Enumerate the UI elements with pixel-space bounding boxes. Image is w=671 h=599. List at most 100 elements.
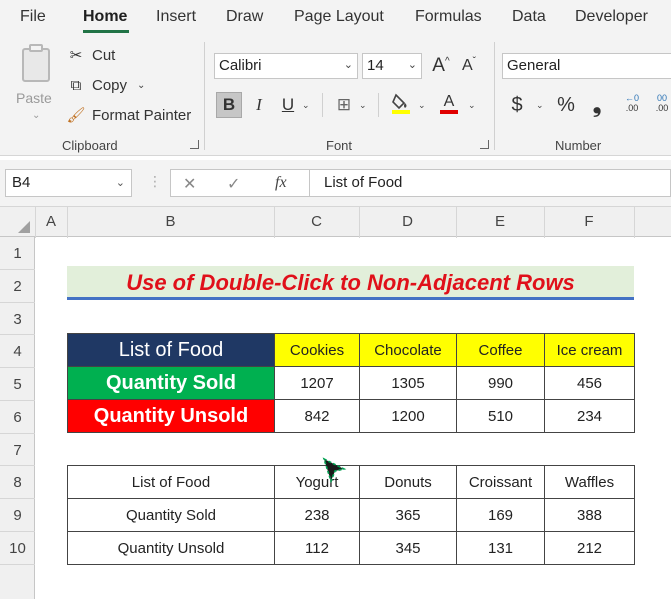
group-divider	[204, 42, 205, 150]
row-header-4[interactable]: 4	[0, 343, 35, 360]
header-cell[interactable]: Coffee	[456, 333, 545, 367]
clipboard-clip-icon	[29, 44, 43, 52]
enter-check-icon[interactable]: ✓	[227, 174, 240, 194]
formula-buttons: ✕ ✓ fx	[170, 169, 310, 197]
data-cell[interactable]: 842	[274, 399, 360, 433]
decrease-decimal-icon: 00	[656, 93, 667, 103]
insert-function-icon[interactable]: fx	[275, 174, 287, 192]
toolbar-separator	[322, 93, 323, 117]
data-cell[interactable]: 112	[274, 531, 360, 565]
data-cell[interactable]: 169	[456, 498, 545, 532]
column-header-f[interactable]: F	[544, 213, 634, 230]
row-header-6[interactable]: 6	[0, 409, 35, 426]
tab-file[interactable]: File	[20, 8, 46, 26]
data-cell[interactable]: 388	[544, 498, 635, 532]
data-cell[interactable]: 212	[544, 531, 635, 565]
underline-dropdown-icon[interactable]: ⌄	[302, 100, 310, 111]
data-cell[interactable]: 510	[456, 399, 545, 433]
name-box[interactable]: B4 ⌄	[5, 169, 132, 197]
data-cell[interactable]: 238	[274, 498, 360, 532]
decrease-decimal-button[interactable]: 00 .00	[648, 90, 671, 116]
currency-dropdown-icon[interactable]: ⌄	[536, 100, 544, 111]
font-launcher-icon[interactable]	[480, 140, 489, 149]
data-cell[interactable]: 1207	[274, 366, 360, 400]
tab-formulas[interactable]: Formulas	[415, 8, 482, 26]
data-cell[interactable]: 990	[456, 366, 545, 400]
shrink-font-button[interactable]: Aˇ	[456, 53, 482, 79]
tab-data[interactable]: Data	[512, 8, 546, 26]
data-cell[interactable]: 345	[359, 531, 457, 565]
tab-page-layout[interactable]: Page Layout	[294, 8, 384, 26]
row-header-10[interactable]: 10	[0, 540, 35, 557]
tab-developer[interactable]: Developer	[575, 8, 648, 26]
font-family-select[interactable]: Calibri ⌄	[214, 53, 358, 79]
tab-draw[interactable]: Draw	[226, 8, 263, 26]
header-cell[interactable]: Ice cream	[544, 333, 635, 367]
formula-input[interactable]: List of Food	[310, 169, 671, 197]
underline-button[interactable]: U	[275, 92, 301, 118]
tab-insert[interactable]: Insert	[156, 8, 196, 26]
fill-color-button[interactable]	[388, 90, 414, 116]
row-header-5[interactable]: 5	[0, 376, 35, 393]
font-color-dropdown-icon[interactable]: ⌄	[468, 100, 476, 111]
header-cell[interactable]: Donuts	[359, 465, 457, 499]
font-color-button[interactable]: A	[436, 90, 462, 116]
row-header-7[interactable]: 7	[0, 442, 35, 459]
row-header-3[interactable]: 3	[0, 311, 35, 328]
drag-handle-icon[interactable]: ⋮	[148, 173, 162, 190]
data-cell[interactable]: 1200	[359, 399, 457, 433]
sheet-title-cell[interactable]: Use of Double-Click to Non-Adjacent Rows	[67, 266, 634, 300]
tab-home[interactable]: Home	[83, 8, 127, 26]
column-headers: A B C D E F	[0, 206, 671, 238]
row-separator	[0, 302, 35, 303]
number-format-select[interactable]: General	[502, 53, 671, 79]
row-label-quantity-unsold[interactable]: Quantity Unsold	[67, 531, 275, 565]
increase-decimal-button[interactable]: ←0 .00	[618, 90, 646, 116]
italic-button[interactable]: I	[246, 92, 272, 118]
data-cell[interactable]: 131	[456, 531, 545, 565]
column-header-d[interactable]: D	[359, 213, 456, 230]
data-cell[interactable]: 456	[544, 366, 635, 400]
column-header-c[interactable]: C	[274, 213, 359, 230]
bold-button[interactable]: B	[216, 92, 242, 118]
cut-button[interactable]: ✂ Cut	[66, 43, 116, 67]
row-label-quantity-unsold[interactable]: Quantity Unsold	[67, 399, 275, 433]
header-cell[interactable]: Cookies	[274, 333, 360, 367]
column-header-e[interactable]: E	[456, 213, 544, 230]
row-header-8[interactable]: 8	[0, 474, 35, 491]
fill-color-dropdown-icon[interactable]: ⌄	[418, 100, 426, 111]
copy-button[interactable]: ⧉ Copy ⌄	[66, 73, 146, 97]
clipboard-launcher-icon[interactable]	[190, 140, 199, 149]
borders-button[interactable]: ⊞	[331, 92, 357, 118]
grow-font-button[interactable]: A ^	[428, 53, 454, 79]
comma-style-button[interactable]: ❟	[584, 92, 610, 118]
column-header-b[interactable]: B	[67, 213, 274, 230]
mouse-cursor-icon	[322, 457, 347, 484]
row-label-quantity-sold[interactable]: Quantity Sold	[67, 366, 275, 400]
header-cell[interactable]: Waffles	[544, 465, 635, 499]
data-cell[interactable]: 1305	[359, 366, 457, 400]
cancel-icon[interactable]: ✕	[183, 174, 196, 194]
row-label-quantity-sold[interactable]: Quantity Sold	[67, 498, 275, 532]
borders-dropdown-icon[interactable]: ⌄	[359, 100, 367, 111]
currency-format-button[interactable]: $	[504, 92, 530, 118]
data-cell[interactable]: 234	[544, 399, 635, 433]
font-size-select[interactable]: 14 ⌄	[362, 53, 422, 79]
paste-button[interactable]: Paste ⌄	[14, 44, 58, 122]
header-cell[interactable]: Croissant	[456, 465, 545, 499]
table-row: List of Food Cookies Chocolate Coffee Ic…	[67, 333, 635, 367]
paste-dropdown-icon[interactable]: ⌄	[32, 110, 40, 121]
row-separator	[0, 433, 35, 434]
format-painter-button[interactable]: 🖌 Format Painter	[66, 103, 191, 127]
column-header-a[interactable]: A	[35, 213, 67, 230]
header-cell-list-of-food[interactable]: List of Food	[67, 465, 275, 499]
data-cell[interactable]: 365	[359, 498, 457, 532]
percent-style-button[interactable]: %	[553, 92, 579, 118]
header-cell-list-of-food[interactable]: List of Food	[67, 333, 275, 367]
copy-dropdown-icon[interactable]: ⌄	[137, 80, 145, 91]
row-header-1[interactable]: 1	[0, 245, 35, 262]
row-header-9[interactable]: 9	[0, 507, 35, 524]
select-all-icon[interactable]	[18, 221, 30, 233]
header-cell[interactable]: Chocolate	[359, 333, 457, 367]
row-header-2[interactable]: 2	[0, 278, 35, 295]
